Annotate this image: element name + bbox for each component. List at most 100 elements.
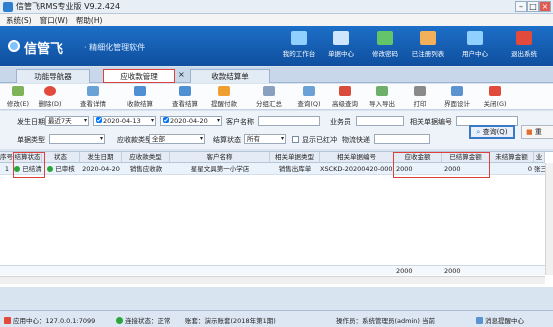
date-from-value: 2020-04-13 bbox=[103, 117, 141, 125]
print-label: 打印 bbox=[413, 100, 427, 108]
doctype-select[interactable] bbox=[49, 134, 105, 144]
cell-index: 1 bbox=[4, 165, 10, 173]
nav-registered[interactable]: 已注册列表 bbox=[405, 30, 451, 64]
date-from-input[interactable]: 2020-04-13 bbox=[93, 116, 156, 126]
clerk-label: 业务员 bbox=[330, 118, 351, 126]
customer-input[interactable] bbox=[258, 116, 320, 126]
date-label: 发生日期 bbox=[17, 118, 45, 126]
close-button[interactable]: × bbox=[539, 1, 551, 12]
col-header-status[interactable]: 状态 bbox=[42, 152, 80, 163]
col-header-unsettled[interactable]: 未结算金额 bbox=[490, 152, 534, 163]
cell-clerk: 张三 bbox=[534, 165, 545, 173]
vertical-scrollbar[interactable] bbox=[545, 163, 553, 275]
nav-workbench[interactable]: 我的工作台 bbox=[276, 30, 322, 64]
col-header-doctype[interactable]: 相关单据类型 bbox=[270, 152, 320, 163]
nav-documents[interactable]: 单据中心 bbox=[318, 30, 364, 64]
cell-status: 已审核 bbox=[42, 164, 80, 175]
date-to-checkbox[interactable] bbox=[163, 117, 169, 123]
tab-navigator[interactable]: 功能导航器 bbox=[16, 69, 90, 83]
close-page-button[interactable]: 关闭(G) bbox=[480, 86, 510, 108]
password-icon bbox=[377, 31, 393, 45]
settle-select[interactable]: 所有 bbox=[244, 134, 286, 144]
view-detail-button[interactable]: 查看详情 bbox=[76, 86, 110, 108]
ui-design-label: 界面设计 bbox=[444, 100, 470, 108]
tab-settlement[interactable]: 收款结算单 bbox=[190, 69, 270, 83]
collect-settle-button[interactable]: 收款结算 bbox=[122, 86, 158, 108]
nav-user-center-label: 用户中心 bbox=[462, 50, 488, 58]
delete-icon bbox=[44, 86, 56, 96]
close-tab-icon[interactable]: × bbox=[178, 70, 185, 79]
import-export-icon bbox=[376, 86, 388, 96]
date-to-value: 2020-04-20 bbox=[170, 117, 208, 125]
show-redflag-label: 显示已红冲 bbox=[302, 136, 337, 144]
import-export-label: 导入导出 bbox=[369, 100, 395, 108]
clerk-input[interactable] bbox=[356, 116, 404, 126]
status-connection: 连接状态：正常 bbox=[116, 315, 171, 325]
view-settlement-button[interactable]: 查看结算 bbox=[166, 86, 204, 108]
totals-row: 2000 2000 bbox=[0, 265, 545, 275]
tab-receivables[interactable]: 应收款管理 bbox=[103, 69, 175, 83]
col-header-docno[interactable]: 相关单据编号 bbox=[320, 152, 394, 163]
query-button[interactable]: ⌕ 查询(Q) bbox=[469, 125, 515, 139]
edit-icon bbox=[12, 86, 24, 96]
col-header-date[interactable]: 发生日期 bbox=[80, 152, 122, 163]
monitor-icon bbox=[291, 31, 307, 45]
menu-system[interactable]: 系统(S) bbox=[6, 15, 32, 26]
status-dot-icon bbox=[47, 166, 54, 172]
nav-change-password-label: 修改密码 bbox=[372, 50, 398, 58]
advanced-query-button[interactable]: 高级查询 bbox=[326, 86, 364, 108]
cell-unsettled: 0 bbox=[527, 165, 532, 173]
query-toolbar-button[interactable]: 查询(Q) bbox=[294, 86, 324, 108]
col-header-clerk[interactable]: 业 bbox=[534, 152, 545, 163]
status-messages[interactable]: 消息提醒中心 bbox=[476, 315, 524, 325]
date-from-checkbox[interactable] bbox=[96, 117, 102, 123]
menu-bar: 系统(S) 窗口(W) 帮助(H) bbox=[0, 14, 553, 26]
group-icon bbox=[263, 86, 275, 96]
nav-exit[interactable]: 退出系统 bbox=[501, 30, 547, 64]
remind-payment-label: 提醒付款 bbox=[211, 100, 237, 108]
menu-help[interactable]: 帮助(H) bbox=[76, 15, 103, 26]
col-header-ar-type[interactable]: 应收款类型 bbox=[122, 152, 170, 163]
connection-icon bbox=[116, 317, 123, 324]
print-button[interactable]: 打印 bbox=[410, 86, 430, 108]
search-icon: ⌕ bbox=[476, 128, 481, 136]
query-toolbar-label: 查询(Q) bbox=[297, 100, 321, 108]
menu-window[interactable]: 窗口(W) bbox=[40, 15, 68, 26]
group-summary-button[interactable]: 分组汇总 bbox=[250, 86, 288, 108]
delete-label: 删除(D) bbox=[38, 100, 62, 108]
logistics-input[interactable] bbox=[374, 134, 430, 144]
bell-icon bbox=[218, 86, 230, 96]
close-page-icon bbox=[489, 86, 501, 96]
maximize-button[interactable]: □ bbox=[527, 1, 539, 12]
date-to-input[interactable]: 2020-04-20 bbox=[160, 116, 222, 126]
remind-payment-button[interactable]: 提醒付款 bbox=[206, 86, 242, 108]
amount-columns-highlight bbox=[393, 152, 490, 178]
delete-button[interactable]: 删除(D) bbox=[36, 86, 64, 108]
status-operator: 操作员：系统管理员(admin) 当前 bbox=[336, 317, 436, 325]
cell-customer: 星星文具第一小学店 bbox=[190, 165, 250, 173]
col-header-customer[interactable]: 客户名称 bbox=[170, 152, 270, 163]
view-detail-label: 查看详情 bbox=[80, 100, 106, 108]
nav-change-password[interactable]: 修改密码 bbox=[362, 30, 408, 64]
advanced-query-label: 高级查询 bbox=[332, 100, 358, 108]
import-export-button[interactable]: 导入导出 bbox=[364, 86, 400, 108]
user-list-icon bbox=[420, 31, 436, 45]
reset-icon: ■ bbox=[526, 128, 533, 136]
edit-button[interactable]: 修改(E) bbox=[4, 86, 32, 108]
ui-design-button[interactable]: 界面设计 bbox=[440, 86, 474, 108]
reset-button[interactable]: ■ 重 bbox=[521, 125, 553, 139]
document-icon bbox=[333, 31, 349, 45]
nav-user-center[interactable]: 用户中心 bbox=[452, 30, 498, 64]
view-icon bbox=[87, 86, 99, 96]
window-title: 信管飞RMS专业版 V9.2.424 bbox=[16, 2, 121, 11]
horizontal-scrollbar[interactable] bbox=[0, 276, 545, 284]
nav-registered-label: 已注册列表 bbox=[411, 50, 445, 58]
col-header-index[interactable]: 序号 bbox=[0, 152, 14, 163]
date-range-select[interactable]: 最近7天 bbox=[45, 116, 89, 126]
artype-select[interactable]: 全部 bbox=[149, 134, 205, 144]
cell-status-text: 已审核 bbox=[55, 165, 75, 173]
query-button-label: 查询(Q) bbox=[482, 128, 508, 136]
show-redflag-checkbox[interactable] bbox=[292, 136, 299, 143]
receivables-grid: 序号 结算状态 状态 发生日期 应收款类型 客户名称 相关单据类型 相关单据编号… bbox=[0, 151, 553, 287]
minimize-button[interactable]: – bbox=[515, 1, 527, 12]
